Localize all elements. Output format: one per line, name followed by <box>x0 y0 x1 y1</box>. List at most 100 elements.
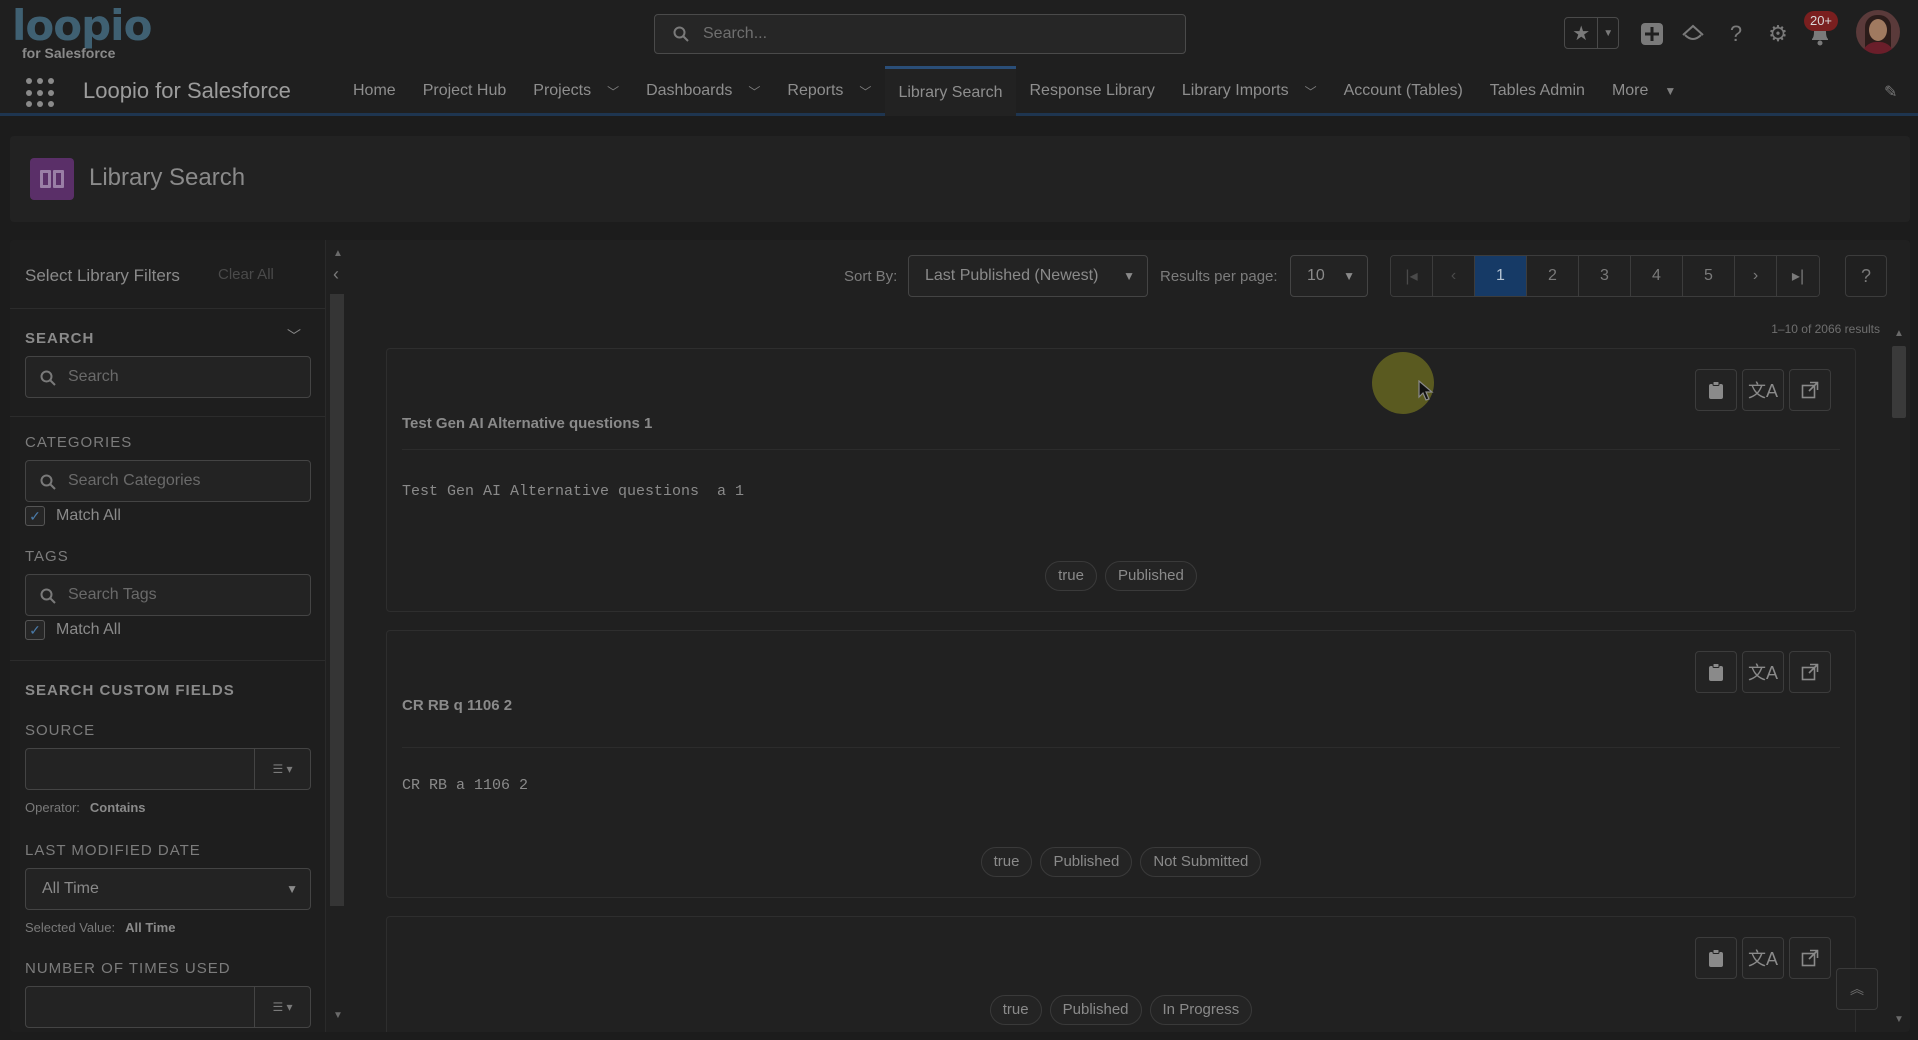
favorites-group[interactable]: ★ ▼ <box>1564 17 1619 49</box>
results-per-page-label: Results per page: <box>1160 268 1278 285</box>
filter-search-input[interactable] <box>68 357 298 397</box>
page-5-button[interactable]: 5 <box>1683 256 1735 296</box>
operator-filter-icon[interactable]: ☰ ▾ <box>254 987 310 1027</box>
results-area: Sort By: Last Published (Newest) ▼ Resul… <box>346 240 1910 1032</box>
filter-scrollbar[interactable]: ▲ ▼ <box>328 240 346 1032</box>
star-icon[interactable]: ★ <box>1565 18 1599 48</box>
status-badge: Published <box>1049 995 1142 1025</box>
scroll-up-icon[interactable]: ▲ <box>333 248 343 259</box>
result-card[interactable]: 文A Test Gen AI Alternative questions 1 T… <box>386 348 1856 612</box>
chevron-down-icon[interactable]: ﹀ <box>748 83 760 100</box>
clipboard-icon[interactable] <box>1695 369 1737 411</box>
help-icon[interactable]: ? <box>1722 20 1750 48</box>
chevron-down-icon[interactable]: ﹀ <box>1305 83 1317 100</box>
global-header: loopio for Salesforce ★ ▼ ? ⚙ 20+ <box>0 0 1918 66</box>
caret-down-icon[interactable]: ▼ <box>1664 84 1676 98</box>
source-field[interactable]: ☰ ▾ <box>25 748 311 790</box>
page-3-button[interactable]: 3 <box>1579 256 1631 296</box>
operator-filter-icon[interactable]: ☰ ▾ <box>254 749 310 789</box>
global-actions-icon[interactable] <box>1638 20 1666 48</box>
external-link-icon[interactable] <box>1789 937 1831 979</box>
translate-icon[interactable]: 文A <box>1742 651 1784 693</box>
results-scrollbar[interactable]: ▲ ▼ <box>1888 318 1910 1032</box>
categories-match-all-checkbox[interactable]: ✓ Match All <box>25 506 121 526</box>
categories-search-input[interactable] <box>68 461 298 501</box>
result-actions: 文A <box>1695 651 1831 693</box>
loopio-logo[interactable]: loopio for Salesforce <box>12 1 152 64</box>
results-toolbar: Sort By: Last Published (Newest) ▼ Resul… <box>346 240 1910 318</box>
last-modified-select[interactable]: All Time ▼ <box>25 868 311 910</box>
chevron-down-icon[interactable]: ﹀ <box>607 83 619 100</box>
page-2-button[interactable]: 2 <box>1527 256 1579 296</box>
first-page-icon[interactable]: |◂ <box>1391 256 1433 296</box>
scrollbar-track[interactable] <box>330 294 344 906</box>
tags-search-input[interactable] <box>68 575 298 615</box>
divider <box>402 747 1840 748</box>
chevron-down-icon[interactable]: ﹀ <box>859 83 871 100</box>
external-link-icon[interactable] <box>1789 369 1831 411</box>
next-page-icon[interactable]: › <box>1735 256 1777 296</box>
avatar[interactable] <box>1856 10 1900 54</box>
tags-search-field[interactable] <box>25 574 311 616</box>
nav-tabs: Home Project Hub Projects ﹀ Dashboards ﹀ R… <box>340 66 1690 116</box>
app-launcher-icon[interactable] <box>26 78 56 108</box>
app-navigation: Loopio for Salesforce Home Project Hub P… <box>0 66 1918 116</box>
status-badge: Not Submitted <box>1140 847 1262 877</box>
gear-icon[interactable]: ⚙ <box>1764 20 1792 48</box>
scroll-down-icon[interactable]: ▼ <box>1894 1014 1904 1025</box>
categories-match-all-label: Match All <box>56 507 121 524</box>
clear-all-link[interactable]: Clear All <box>218 266 274 283</box>
trailhead-icon[interactable] <box>1679 20 1707 48</box>
logo-wordmark: loopio <box>12 1 152 50</box>
tags-match-all-checkbox[interactable]: ✓ Match All <box>25 620 121 640</box>
results-per-page-select[interactable]: 10 ▼ <box>1290 255 1368 297</box>
result-card[interactable]: 文A true Published In Progress <box>386 916 1856 1032</box>
global-search-input[interactable] <box>703 15 1163 53</box>
result-card[interactable]: 文A CR RB q 1106 2 CR RB a 1106 2 true Pu… <box>386 630 1856 898</box>
scroll-down-icon[interactable]: ▼ <box>333 1010 343 1021</box>
collapse-panel-icon[interactable]: ‹ <box>333 264 339 285</box>
last-page-icon[interactable]: ▸| <box>1777 256 1819 296</box>
checkmark-icon[interactable]: ✓ <box>25 506 45 526</box>
scrollbar-thumb[interactable] <box>1892 346 1906 418</box>
nav-tab-library-imports[interactable]: Library Imports ﹀ <box>1169 66 1331 116</box>
global-search[interactable] <box>654 14 1186 54</box>
scroll-up-icon[interactable]: ▲ <box>1894 328 1904 339</box>
categories-search-field[interactable] <box>25 460 311 502</box>
nav-tab-project-hub[interactable]: Project Hub <box>410 66 521 116</box>
help-button[interactable]: ? <box>1845 255 1887 297</box>
scroll-to-top-button[interactable]: ︽ <box>1836 968 1878 1010</box>
notification-badge: 20+ <box>1804 11 1838 31</box>
translate-icon[interactable]: 文A <box>1742 937 1784 979</box>
translate-icon[interactable]: 文A <box>1742 369 1784 411</box>
clipboard-icon[interactable] <box>1695 937 1737 979</box>
nav-tab-home[interactable]: Home <box>340 66 410 116</box>
nav-tab-tables-admin[interactable]: Tables Admin <box>1477 66 1599 116</box>
clipboard-icon[interactable] <box>1695 651 1737 693</box>
nav-tab-response-library[interactable]: Response Library <box>1016 66 1168 116</box>
caret-down-icon: ▼ <box>1123 269 1135 283</box>
result-tags: true Published Not Submitted <box>387 847 1855 877</box>
search-icon <box>40 474 56 495</box>
search-icon <box>673 26 689 47</box>
prev-page-icon[interactable]: ‹ <box>1433 256 1475 296</box>
checkmark-icon[interactable]: ✓ <box>25 620 45 640</box>
chevron-down-icon[interactable]: ﹀ <box>287 326 301 346</box>
nav-tab-projects[interactable]: Projects ﹀ <box>520 66 633 116</box>
nav-tab-library-search[interactable]: Library Search <box>885 66 1017 116</box>
nav-tab-reports[interactable]: Reports ﹀ <box>774 66 885 116</box>
times-used-field[interactable]: ☰ ▾ <box>25 986 311 1028</box>
edit-nav-icon[interactable]: ✎ <box>1884 82 1897 102</box>
nav-tab-dashboards[interactable]: Dashboards ﹀ <box>633 66 774 116</box>
page-header: Library Search <box>10 136 1910 222</box>
page-1-button[interactable]: 1 <box>1475 256 1527 296</box>
page-4-button[interactable]: 4 <box>1631 256 1683 296</box>
pagination: |◂ ‹ 1 2 3 4 5 › ▸| <box>1390 255 1820 297</box>
nav-tab-more[interactable]: More ▼ <box>1599 66 1690 116</box>
filter-search-field[interactable] <box>25 356 311 398</box>
external-link-icon[interactable] <box>1789 651 1831 693</box>
sort-by-select[interactable]: Last Published (Newest) ▼ <box>908 255 1148 297</box>
nav-tab-account-tables[interactable]: Account (Tables) <box>1331 66 1477 116</box>
divider <box>10 308 325 309</box>
chevron-down-icon[interactable]: ▼ <box>1598 18 1618 48</box>
